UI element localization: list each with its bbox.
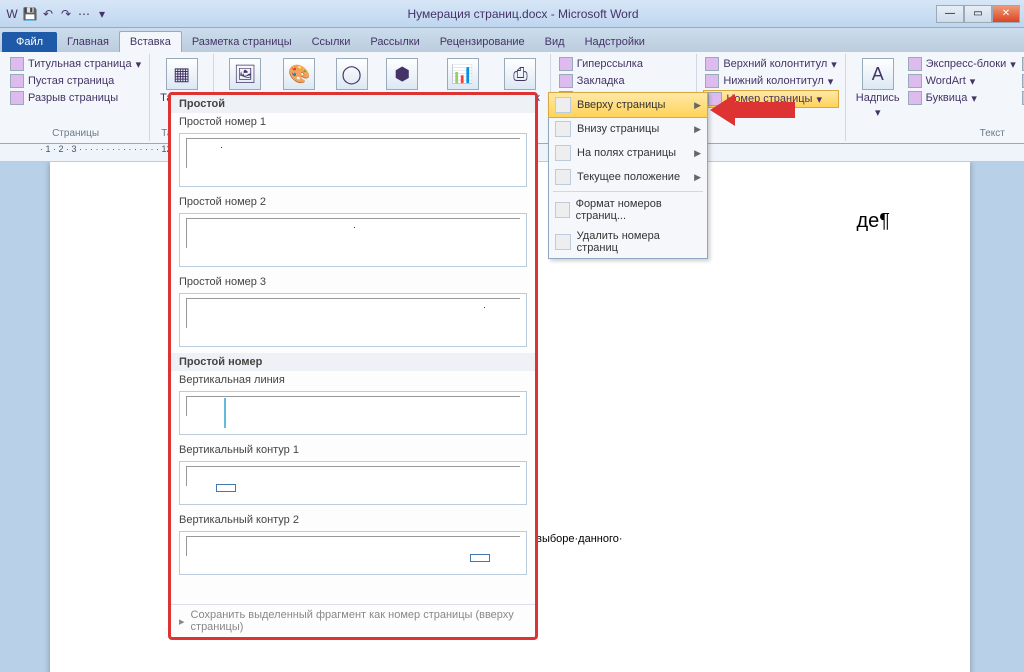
gallery-item[interactable]: [179, 461, 527, 505]
tab-review[interactable]: Рецензирование: [430, 32, 535, 52]
gallery-item[interactable]: [179, 391, 527, 435]
tab-mailings[interactable]: Рассылки: [360, 32, 429, 52]
save-icon[interactable]: 💾: [22, 6, 38, 22]
page-number-gallery: Простой Простой номер 1 · Простой номер …: [168, 92, 538, 640]
tab-insert[interactable]: Вставка: [119, 31, 182, 52]
format-icon: [555, 202, 570, 218]
qat-icon[interactable]: ⋯: [76, 6, 92, 22]
bookmark-button[interactable]: Закладка: [557, 73, 691, 89]
hyperlink-button[interactable]: Гиперссылка: [557, 56, 691, 72]
close-button[interactable]: ✕: [992, 5, 1020, 23]
page-number-icon: [708, 92, 722, 106]
screenshot-icon: ⎙: [504, 58, 536, 90]
clipart-icon: 🎨: [283, 58, 315, 90]
gallery-category: Простой: [171, 95, 535, 113]
blank-page-button[interactable]: Пустая страница: [8, 73, 143, 89]
quickparts-button[interactable]: Экспресс-блоки ▾: [906, 56, 1018, 72]
page-break-icon: [10, 91, 24, 105]
dropcap-button[interactable]: Буквица ▾: [906, 90, 1018, 106]
menu-top-of-page[interactable]: Вверху страницы▶: [548, 92, 708, 118]
gallery-item-label: Простой номер 2: [171, 193, 535, 211]
gallery-item-label: Вертикальный контур 2: [171, 511, 535, 529]
page-number-button[interactable]: Номер страницы ▾: [703, 90, 838, 108]
qat-icon[interactable]: ▾: [94, 6, 110, 22]
gallery-item[interactable]: ·: [179, 213, 527, 267]
datetime-button[interactable]: Дата и время: [1020, 73, 1024, 89]
picture-icon: 🖼: [229, 58, 261, 90]
menu-bottom-of-page[interactable]: Внизу страницы▶: [549, 117, 707, 141]
cover-page-icon: [10, 57, 24, 71]
menu-current-position[interactable]: Текущее положение▶: [549, 165, 707, 189]
footer-icon: [705, 74, 719, 88]
textbox-icon: A: [862, 58, 894, 90]
object-button[interactable]: Объект ▾: [1020, 90, 1024, 106]
minimize-button[interactable]: —: [936, 5, 964, 23]
gallery-footer[interactable]: ▸Сохранить выделенный фрагмент как номер…: [171, 604, 535, 637]
save-selection-icon: ▸: [179, 615, 185, 628]
sigline-button[interactable]: Строка подписи ▾: [1020, 56, 1024, 72]
textbox-button[interactable]: AНадпись ▾: [852, 56, 904, 121]
hyperlink-icon: [559, 57, 573, 71]
redo-icon[interactable]: ↷: [58, 6, 74, 22]
gallery-item[interactable]: ·: [179, 133, 527, 187]
gallery-item[interactable]: ·: [179, 293, 527, 347]
page-top-icon: [555, 97, 571, 113]
menu-format-page-numbers[interactable]: Формат номеров страниц...: [549, 194, 707, 226]
gallery-category: Простой номер: [171, 353, 535, 371]
header-icon: [705, 57, 719, 71]
tab-home[interactable]: Главная: [57, 32, 119, 52]
remove-icon: [555, 234, 571, 250]
smartart-icon: ⬢: [386, 58, 418, 90]
quick-access-toolbar: W 💾 ↶ ↷ ⋯ ▾: [4, 6, 110, 22]
tab-addins[interactable]: Надстройки: [575, 32, 655, 52]
gallery-item-label: Простой номер 3: [171, 273, 535, 291]
tab-file[interactable]: Файл: [2, 32, 57, 52]
tab-view[interactable]: Вид: [535, 32, 575, 52]
group-pages: Титульная страница ▾ Пустая страница Раз…: [2, 54, 150, 141]
ribbon-tabs: Файл Главная Вставка Разметка страницы С…: [0, 28, 1024, 52]
page-break-button[interactable]: Разрыв страницы: [8, 90, 143, 106]
table-icon: ▦: [166, 58, 198, 90]
titlebar: W 💾 ↶ ↷ ⋯ ▾ Нумерация страниц.docx - Mic…: [0, 0, 1024, 28]
group-text: AНадпись ▾ Экспресс-блоки ▾ WordArt ▾ Бу…: [846, 54, 1024, 141]
footer-button[interactable]: Нижний колонтитул ▾: [703, 73, 838, 89]
tab-layout[interactable]: Разметка страницы: [182, 32, 302, 52]
shapes-icon: ◯: [336, 58, 368, 90]
gallery-item-label: Вертикальный контур 1: [171, 441, 535, 459]
page-margins-icon: [555, 145, 571, 161]
tab-references[interactable]: Ссылки: [302, 32, 361, 52]
current-pos-icon: [555, 169, 571, 185]
gallery-item-label: Вертикальная линия: [171, 371, 535, 389]
window-title: Нумерация страниц.docx - Microsoft Word: [110, 7, 936, 21]
undo-icon[interactable]: ↶: [40, 6, 56, 22]
chart-icon: 📊: [447, 58, 479, 90]
menu-remove-page-numbers[interactable]: Удалить номера страниц: [549, 226, 707, 258]
gallery-item[interactable]: [179, 531, 527, 575]
page-number-submenu: Вверху страницы▶ Внизу страницы▶ На поля…: [548, 92, 708, 259]
gallery-item-label: Простой номер 1: [171, 113, 535, 131]
dropcap-icon: [908, 91, 922, 105]
word-icon: W: [4, 6, 20, 22]
bookmark-icon: [559, 74, 573, 88]
blank-page-icon: [10, 74, 24, 88]
cover-page-button[interactable]: Титульная страница ▾: [8, 56, 143, 72]
quickparts-icon: [908, 57, 922, 71]
menu-page-margins[interactable]: На полях страницы▶: [549, 141, 707, 165]
group-headerfooter: Верхний колонтитул ▾ Нижний колонтитул ▾…: [697, 54, 845, 141]
maximize-button[interactable]: ▭: [964, 5, 992, 23]
page-bottom-icon: [555, 121, 571, 137]
header-button[interactable]: Верхний колонтитул ▾: [703, 56, 838, 72]
wordart-icon: [908, 74, 922, 88]
wordart-button[interactable]: WordArt ▾: [906, 73, 1018, 89]
